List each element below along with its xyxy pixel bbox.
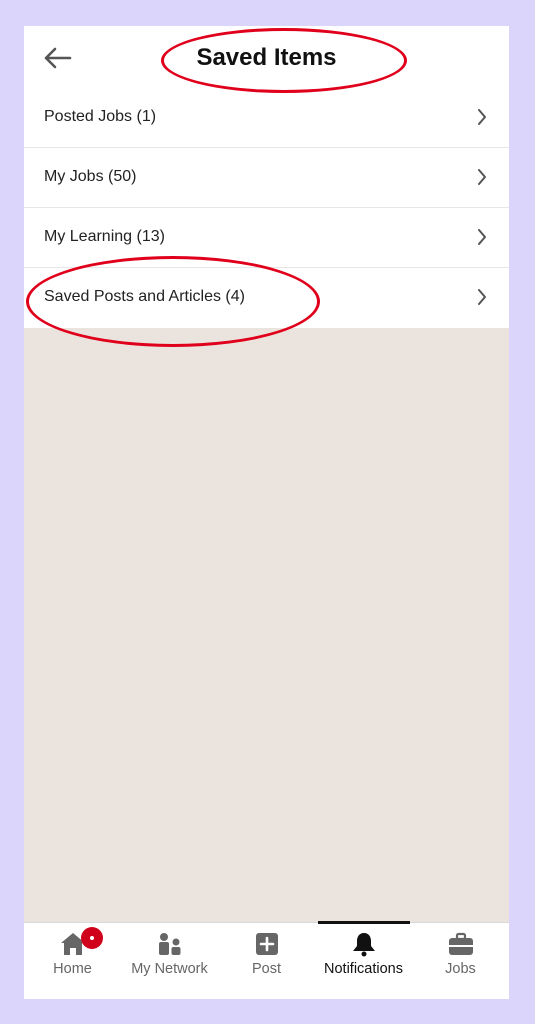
nav-label: Post [251,961,281,977]
bell-icon [352,933,375,957]
bottom-navigation: Home My Network Post Notifications Jobs [24,921,509,999]
list-item-my-jobs[interactable]: My Jobs (50) [24,148,509,208]
page-title: Saved Items [196,44,337,71]
list-item-posted-jobs[interactable]: Posted Jobs (1) [24,88,509,148]
chevron-right-icon [478,229,486,245]
list-item-label: My Jobs (50) [44,168,137,185]
network-icon [158,933,180,955]
plus-square-icon [255,933,278,955]
nav-label: My Network [131,961,208,977]
briefcase-icon [448,932,473,955]
nav-label: Home [53,961,92,977]
list-item-saved-posts[interactable]: Saved Posts and Articles (4) [24,268,509,328]
chevron-right-icon [478,289,486,305]
saved-items-list: Posted Jobs (1) My Jobs (50) My Learning… [24,88,509,328]
list-item-label: Posted Jobs (1) [44,108,157,125]
nav-label: Notifications [324,961,403,977]
nav-tab-home[interactable]: Home [24,923,121,999]
nav-label: Jobs [445,961,476,977]
nav-tab-jobs[interactable]: Jobs [412,923,509,999]
chevron-right-icon [478,109,486,125]
app-screen: Saved Items Posted Jobs (1) My Jobs (50)… [24,26,509,999]
top-bar: Saved Items [24,26,509,89]
chevron-right-icon [478,169,486,185]
screenshot-frame: Saved Items Posted Jobs (1) My Jobs (50)… [0,0,535,1024]
list-item-my-learning[interactable]: My Learning (13) [24,208,509,268]
nav-tab-post[interactable]: Post [218,923,315,999]
list-item-label: My Learning (13) [44,228,165,245]
nav-tab-my-network[interactable]: My Network [121,923,218,999]
list-item-label: Saved Posts and Articles (4) [44,288,245,305]
nav-tab-notifications[interactable]: Notifications [315,923,412,999]
notification-badge [81,927,103,949]
